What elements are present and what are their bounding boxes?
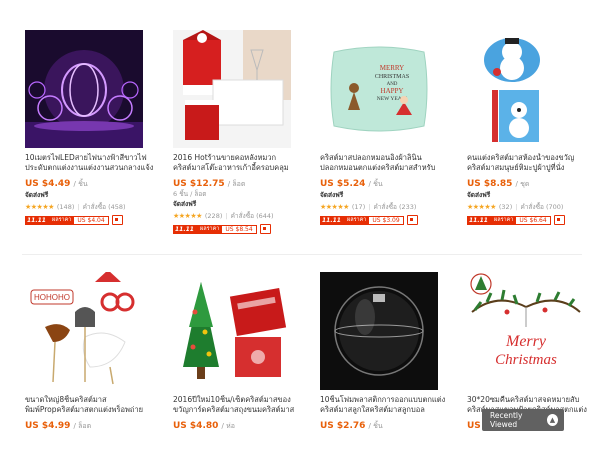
product-title[interactable]: ขนาดใหญ่8ชิ้นคริสต์มาสพิมพ์Propคริสต์มาส… <box>25 395 155 415</box>
pillow-text-1: MERRY <box>380 64 405 72</box>
sign-text-2: Christmas <box>495 352 557 368</box>
promo-tag: 11.11 <box>25 215 48 225</box>
promo-tag: 11.11 <box>173 224 196 234</box>
product-image[interactable] <box>173 30 291 148</box>
promo-row: 11.11 ผลราคา US $3.09 <box>320 215 450 225</box>
product-card[interactable]: 2016ปีใหม่10ชิ้น/เซ็ตคริสต์มาสของขวัญการ… <box>173 272 303 432</box>
star-rating-icon: ★★★★★ <box>467 203 496 211</box>
review-count[interactable]: (228) <box>205 212 222 220</box>
product-card[interactable]: คนแต่งคริสต์มาสห้องน้ำของขวัญคริสต์มาสมน… <box>467 30 596 225</box>
star-rating-icon: ★★★★★ <box>320 203 349 211</box>
promo-label: ผลราคา <box>48 216 75 224</box>
rating-row: ★★★★★ (32) | คำสั่งซื้อ (700) <box>467 203 564 211</box>
product-price: US $4.49 / ชิ้น <box>25 179 88 189</box>
promo-price: US $6.64 <box>516 216 550 224</box>
promo-row: 11.11 ผลราคา US $6.64 <box>467 215 596 225</box>
recently-viewed-button[interactable]: Recently Viewed ▲ <box>482 409 564 431</box>
product-price: US $4.80 / ห่อ <box>173 421 235 431</box>
product-image[interactable]: Merry Christmas <box>467 272 585 390</box>
rating-row: ★★★★★ (228) | คำสั่งซื้อ (644) <box>173 212 274 220</box>
rating-row: ★★★★★ (17) | คำสั่งซื้อ (233) <box>320 203 417 211</box>
order-count: คำสั่งซื้อ (700) <box>520 203 564 211</box>
rating-row: ★★★★★ (148) | คำสั่งซื้อ (458) <box>25 203 126 211</box>
promo-price: US $4.04 <box>74 216 108 224</box>
product-card[interactable]: HOHOHO ขนาดใหญ่8ชิ้นคริสต์มาสพิมพ์Propคร… <box>25 272 155 432</box>
product-image[interactable] <box>467 30 585 148</box>
review-count[interactable]: (32) <box>499 203 512 211</box>
product-image[interactable] <box>173 272 291 390</box>
product-card[interactable]: MERRY CHRISTMAS AND HAPPY NEW YEAR! คริส… <box>320 30 450 225</box>
promo-tag: 11.11 <box>320 215 343 225</box>
mobile-app-icon <box>553 215 565 225</box>
promo-price: US $3.09 <box>369 216 403 224</box>
free-shipping-label: จัดส่งฟรี <box>173 200 197 208</box>
product-price: US $2.76 / ชิ้น <box>320 421 383 431</box>
product-price: US $8.85 / ชุด <box>467 179 530 189</box>
order-count: คำสั่งซื้อ (233) <box>373 203 417 211</box>
product-title[interactable]: 10ชิ้นโฟมพลาสติกการออกแบบตกแต่งคริสต์มาส… <box>320 395 450 415</box>
product-title[interactable]: คนแต่งคริสต์มาสห้องน้ำของขวัญคริสต์มาสมน… <box>467 153 596 173</box>
product-image[interactable] <box>320 272 438 390</box>
promo-label: ผลราคา <box>490 216 517 224</box>
order-count: คำสั่งซื้อ (644) <box>230 212 274 220</box>
product-image[interactable] <box>25 30 143 148</box>
promo-label: ผลราคา <box>343 216 370 224</box>
product-price: US $5.24 / ชิ้น <box>320 179 383 189</box>
promo-row: 11.11 ผลราคา US $8.54 <box>173 224 303 234</box>
product-title[interactable]: 2016 Hotร้านขายคอหลังหมวกคริสต์มาสโต๊ะอา… <box>173 153 303 173</box>
review-count[interactable]: (17) <box>352 203 365 211</box>
free-shipping-label: จัดส่งฟรี <box>25 191 49 199</box>
order-count: คำสั่งซื้อ (458) <box>82 203 126 211</box>
product-image[interactable]: HOHOHO <box>25 272 143 390</box>
product-card[interactable]: Merry Christmas 30*20ซมคืนคริสต์มาสจดหมา… <box>467 272 596 431</box>
star-rating-icon: ★★★★★ <box>173 212 202 220</box>
sign-text-1: Merry <box>505 333 547 350</box>
product-title[interactable]: 2016ปีใหม่10ชิ้น/เซ็ตคริสต์มาสของขวัญการ… <box>173 395 303 415</box>
mobile-app-icon <box>259 224 271 234</box>
free-shipping-label: จัดส่งฟรี <box>467 191 491 199</box>
product-price: US $4.99 / ล็อต <box>25 421 92 431</box>
review-count[interactable]: (148) <box>57 203 74 211</box>
props-text: HOHOHO <box>34 293 70 302</box>
row-divider <box>22 254 582 255</box>
pillow-text-2: CHRISTMAS <box>375 74 409 80</box>
product-card[interactable]: 2016 Hotร้านขายคอหลังหมวกคริสต์มาสโต๊ะอา… <box>173 30 303 234</box>
recently-viewed-label: Recently Viewed <box>490 411 523 429</box>
mobile-app-icon <box>111 215 123 225</box>
mobile-app-icon <box>406 215 418 225</box>
product-image[interactable]: MERRY CHRISTMAS AND HAPPY NEW YEAR! <box>320 30 438 148</box>
product-card[interactable]: 10เมตรไฟLEDสายไฟนางฟ้าสีขาวไฟประดับตกแต่… <box>25 30 155 225</box>
lot-size: 6 ชิ้น / ล็อต <box>173 190 207 198</box>
promo-row: 11.11 ผลราคา US $4.04 <box>25 215 155 225</box>
promo-label: ผลราคา <box>196 225 223 233</box>
promo-price: US $8.54 <box>222 225 256 233</box>
free-shipping-label: จัดส่งฟรี <box>320 191 344 199</box>
star-rating-icon: ★★★★★ <box>25 203 54 211</box>
promo-tag: 11.11 <box>467 215 490 225</box>
pillow-text-4: HAPPY <box>381 87 404 95</box>
product-price: US $12.75 / ล็อต <box>173 179 246 189</box>
chevron-up-icon: ▲ <box>546 414 558 426</box>
product-title[interactable]: คริสต์มาสปลอกหมอนอิงผ้าลินินปลอกหมอนตกแต… <box>320 153 450 173</box>
product-title[interactable]: 10เมตรไฟLEDสายไฟนางฟ้าสีขาวไฟประดับตกแต่… <box>25 153 155 173</box>
product-card[interactable]: 10ชิ้นโฟมพลาสติกการออกแบบตกแต่งคริสต์มาส… <box>320 272 450 432</box>
product-grid: 10เมตรไฟLEDสายไฟนางฟ้าสีขาวไฟประดับตกแต่… <box>0 0 596 453</box>
